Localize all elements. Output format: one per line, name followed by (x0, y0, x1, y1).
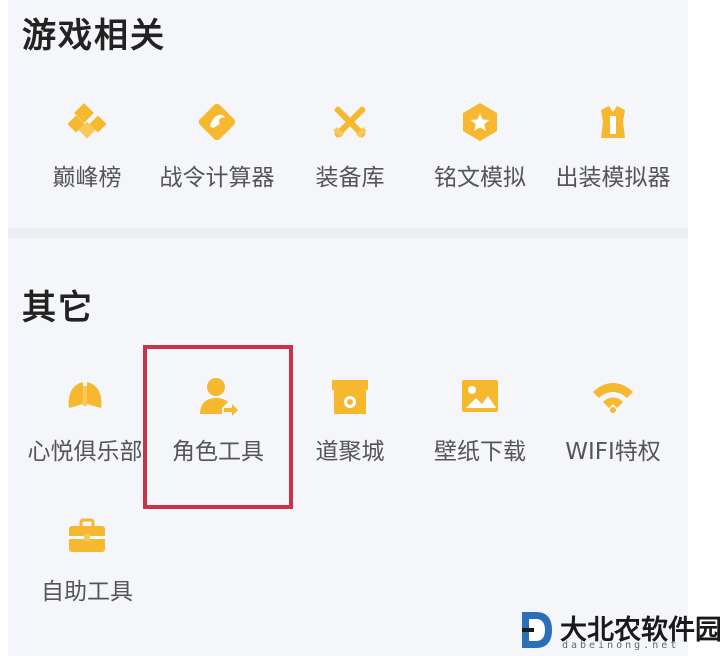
picture-icon (458, 374, 502, 418)
dragon-emblem-icon (195, 100, 239, 144)
tool-build-simulator[interactable]: 出装模拟器 (548, 100, 678, 210)
section-divider (8, 228, 688, 238)
tool-label: 壁纸下载 (434, 439, 526, 465)
tool-wallpaper-download[interactable]: 壁纸下载 (415, 374, 545, 484)
tool-wifi-privilege[interactable]: WIFI特权 (548, 374, 678, 484)
tool-inscription-simulator[interactable]: 铭文模拟 (415, 100, 545, 210)
game-section-title: 游戏相关 (22, 16, 166, 56)
tool-label: 自助工具 (41, 579, 133, 605)
tool-peak-ranking[interactable]: 巅峰榜 (22, 100, 152, 210)
tool-label: 心悦俱乐部 (27, 439, 143, 465)
shop-icon (328, 374, 372, 418)
tool-label: 铭文模拟 (434, 165, 526, 191)
highlight-box (143, 345, 293, 509)
tool-xinyue-club[interactable]: 心悦俱乐部 (20, 374, 150, 484)
armor-icon (591, 100, 635, 144)
wifi-icon (591, 374, 635, 418)
watermark: 大北农软件园 dabeinong.net (518, 606, 720, 654)
tool-label: 道聚城 (315, 439, 385, 465)
crossed-swords-icon (328, 100, 372, 144)
tool-label: 战令计算器 (159, 165, 275, 191)
page: 游戏相关 巅峰榜 战令计算器 装备库 铭文模拟 出装模拟器 其它 心悦俱乐部 角… (0, 0, 720, 656)
tool-self-service[interactable]: 自助工具 (22, 514, 152, 624)
tool-label: 装备库 (315, 165, 385, 191)
tool-label: 巅峰榜 (52, 165, 122, 191)
hexagon-star-icon (458, 100, 502, 144)
tool-battle-pass-calculator[interactable]: 战令计算器 (152, 100, 282, 210)
toolbox-icon (65, 514, 109, 558)
tool-label: 出装模拟器 (555, 165, 671, 191)
tool-daojucheng[interactable]: 道聚城 (285, 374, 415, 484)
wings-icon (63, 374, 107, 418)
tool-label: WIFI特权 (565, 439, 661, 465)
other-section-title: 其它 (22, 288, 94, 328)
diamond-badge-icon (65, 100, 109, 144)
tool-equipment-library[interactable]: 装备库 (285, 100, 415, 210)
watermark-logo (518, 608, 556, 652)
watermark-subtext: dabeinong.net (562, 640, 680, 651)
